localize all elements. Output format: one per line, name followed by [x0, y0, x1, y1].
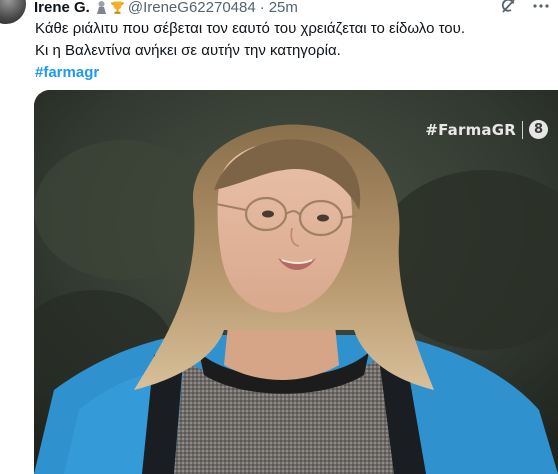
author-handle[interactable]: @IreneG62270484	[128, 0, 256, 16]
grok-icon[interactable]	[500, 0, 518, 15]
tweet-text-line: Κάθε ριάλιτυ που σέβεται τον εαυτό του χ…	[35, 20, 466, 37]
timestamp[interactable]: 25m	[269, 0, 298, 16]
tweet-header: Irene G. @IreneG62270484 · 25m	[34, 0, 298, 18]
tweet-text-line: Κι η Βαλεντίνα ανήκει σε αυτήν την κατηγ…	[35, 42, 341, 59]
tweet-actions	[500, 0, 550, 15]
author-name[interactable]: Irene G.	[34, 0, 90, 16]
user-badges	[94, 0, 125, 15]
watermark-hashtag: #FarmaGR	[425, 120, 516, 139]
more-icon[interactable]	[532, 0, 550, 15]
hashtag-link[interactable]: #farmagr	[35, 62, 465, 84]
trophy-icon	[110, 0, 125, 15]
channel-watermark: #FarmaGR 8	[425, 120, 548, 139]
tweet-image[interactable]: #FarmaGR 8	[34, 90, 558, 474]
channel-number-badge: 8	[529, 120, 548, 139]
separator-dot: ·	[259, 0, 265, 16]
photo-illustration	[34, 90, 558, 474]
avatar[interactable]	[0, 0, 26, 24]
tweet-text: Κάθε ριάλιτυ που σέβεται τον εαυτό του χ…	[35, 18, 465, 84]
gray-figure-icon	[94, 0, 109, 15]
watermark-separator	[522, 120, 523, 139]
